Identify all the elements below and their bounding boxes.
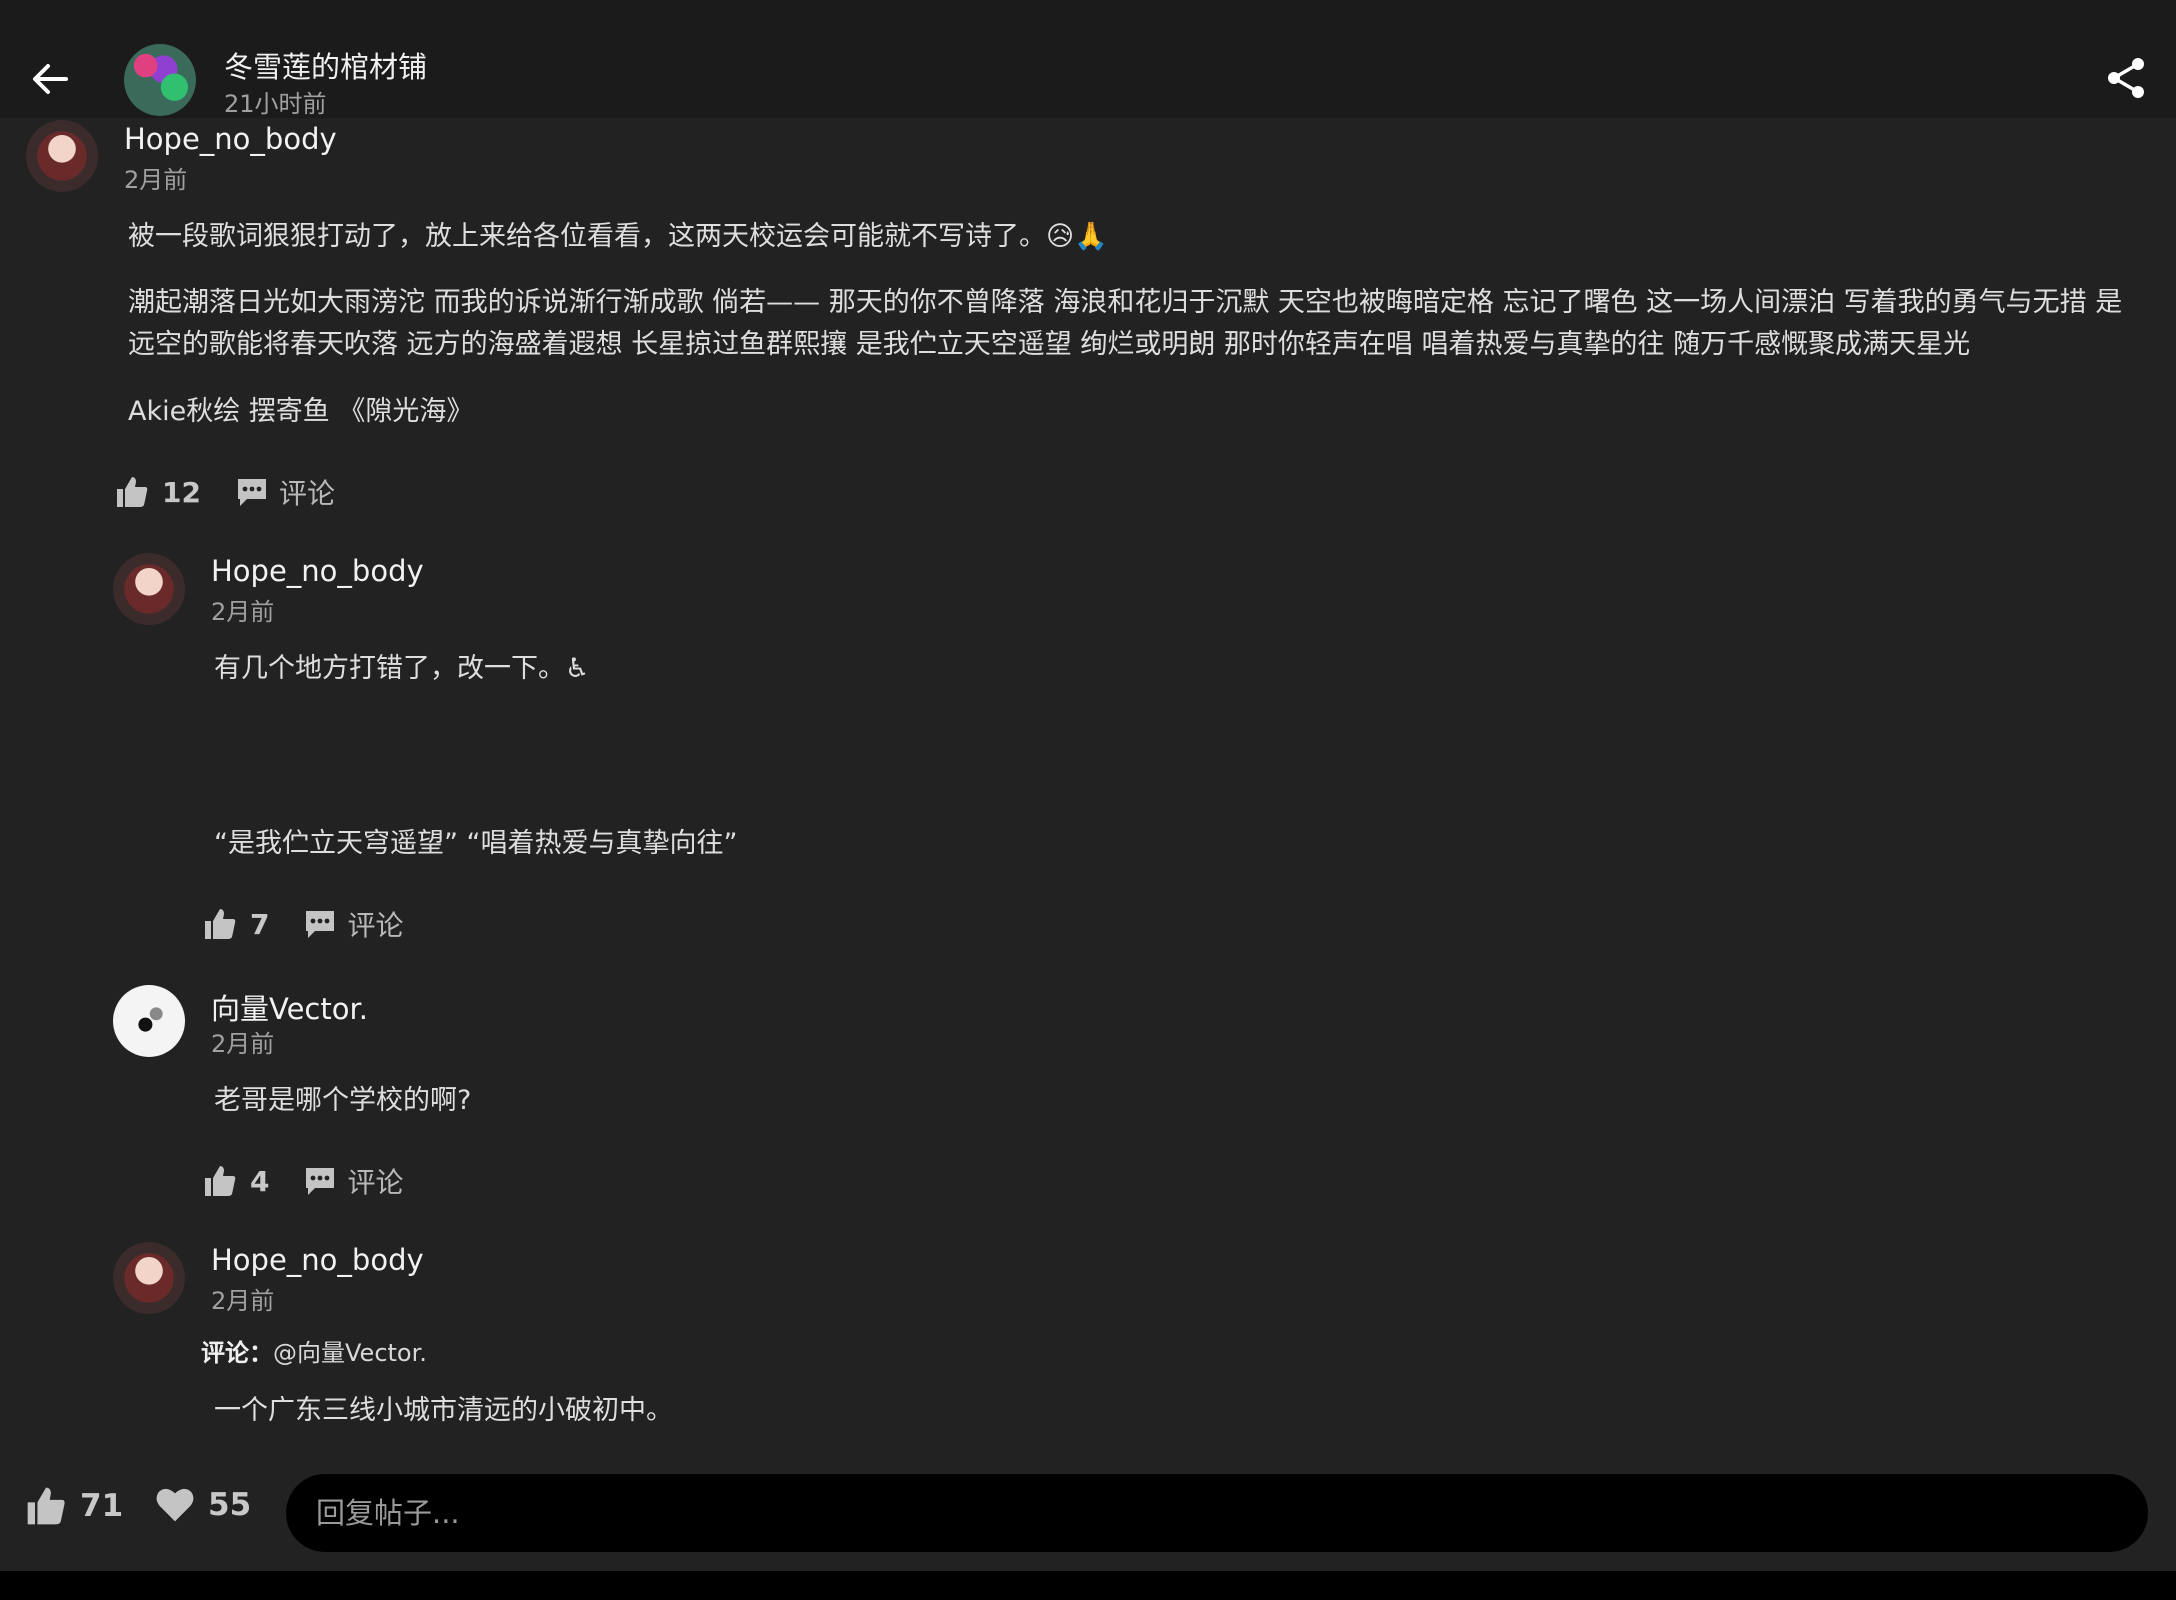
heart-icon <box>156 1488 194 1522</box>
comment-2-text: 老哥是哪个学校的啊? <box>214 1085 472 1116</box>
post-paragraph-3: Akie秋绘 摆寄鱼 《隙光海》 <box>128 396 474 427</box>
post-comment-button[interactable]: 评论 <box>235 472 335 512</box>
comment-1-time: 2月前 <box>211 598 275 626</box>
comment-1-author[interactable]: Hope_no_body <box>211 554 424 588</box>
comment-1-avatar[interactable] <box>113 553 185 625</box>
thumbs-up-icon <box>205 1166 236 1196</box>
comment-1-like-button[interactable]: 7 <box>202 906 303 942</box>
comment-2-avatar[interactable] <box>113 985 185 1057</box>
footer-favorite-count: 55 <box>208 1487 252 1523</box>
comment-1-like-count: 7 <box>250 907 270 941</box>
post-time: 2月前 <box>124 166 188 194</box>
back-arrow-icon <box>33 64 68 94</box>
comment-3-avatar[interactable] <box>113 1242 185 1314</box>
comment-3-text: 一个广东三线小城市清远的小破初中。 <box>214 1395 673 1426</box>
comment-3-reply-ref: 评论：@向量Vector. <box>201 1333 427 1368</box>
comment-1-comment-button[interactable]: 评论 <box>303 904 404 944</box>
thumbs-up-icon <box>117 477 148 507</box>
reply-input[interactable] <box>286 1474 2148 1552</box>
post-paragraph-1: 被一段歌词狠狠打动了，放上来给各位看看，这两天校运会可能就不写诗了。😥🙏 <box>128 221 1108 252</box>
post-like-count: 12 <box>162 475 201 509</box>
comment-2-comment-button[interactable]: 评论 <box>303 1161 404 1201</box>
post-paragraph-2: 潮起潮落日光如大雨滂沱 而我的诉说渐行渐成歌 倘若—— 那天的你不曾降落 海浪和… <box>128 287 2123 360</box>
post-actions: 12 评论 <box>114 470 335 514</box>
post-author-avatar[interactable] <box>26 120 98 192</box>
system-nav-strip <box>0 1571 2176 1600</box>
comment-1-text-2: “是我伫立天穹遥望” “唱着热爱与真挚向往” <box>214 828 738 859</box>
comment-2-time: 2月前 <box>211 1030 275 1058</box>
footer-like-count: 71 <box>80 1488 124 1524</box>
post-comment-label: 评论 <box>278 477 335 510</box>
comment-bubble-icon <box>306 911 335 938</box>
comment-3-reply-prefix: 评论： <box>201 1339 273 1367</box>
page-title: 冬雪莲的棺材铺 <box>224 50 428 84</box>
comment-1-actions: 7 评论 <box>202 902 404 946</box>
thumbs-up-icon <box>205 909 236 939</box>
comment-2-like-count: 4 <box>250 1164 270 1198</box>
comment-2-comment-label: 评论 <box>347 1166 404 1199</box>
comment-1-text-1: 有几个地方打错了，改一下。♿ <box>214 653 590 684</box>
comment-2-author[interactable]: 向量Vector. <box>211 986 368 1028</box>
comment-3-reply-to[interactable]: @向量Vector. <box>273 1339 427 1367</box>
share-icon <box>2108 58 2144 98</box>
share-button[interactable] <box>2102 54 2150 102</box>
thumbs-up-icon <box>27 1487 65 1525</box>
comment-bubble-icon <box>237 479 266 506</box>
comment-3-author[interactable]: Hope_no_body <box>211 1243 424 1277</box>
comment-1-comment-label: 评论 <box>347 909 404 942</box>
back-button[interactable] <box>26 54 74 102</box>
post-like-button[interactable]: 12 <box>114 474 235 510</box>
page-avatar[interactable] <box>124 44 196 116</box>
comment-2-like-button[interactable]: 4 <box>202 1163 303 1199</box>
top-bar: 冬雪莲的棺材铺 21小时前 <box>0 0 2176 118</box>
comment-bubble-icon <box>306 1168 335 1195</box>
comment-3-time: 2月前 <box>211 1287 275 1315</box>
footer-like-button[interactable]: 71 <box>24 1484 157 1528</box>
footer-favorite-button[interactable]: 55 <box>154 1484 285 1526</box>
post-author-name[interactable]: Hope_no_body <box>124 122 337 156</box>
page-time: 21小时前 <box>224 90 327 118</box>
comment-2-actions: 4 评论 <box>202 1159 404 1203</box>
